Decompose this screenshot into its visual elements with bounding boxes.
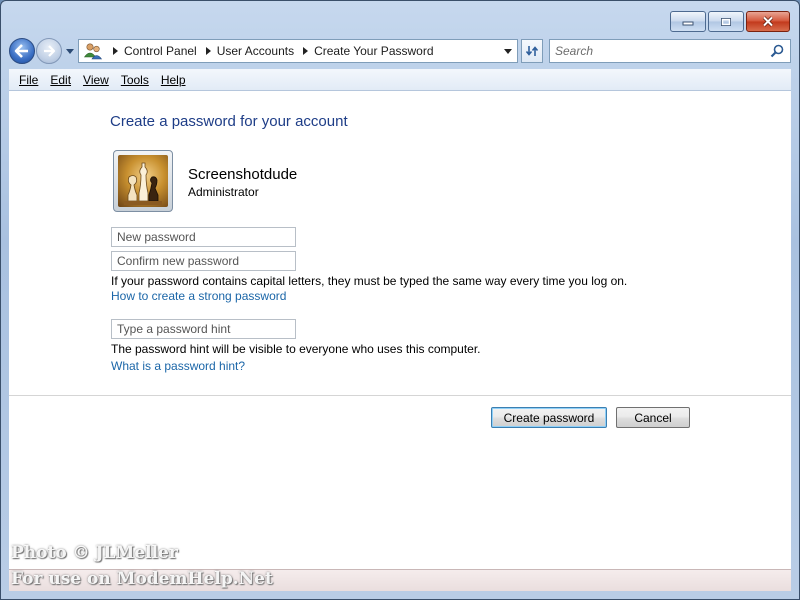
close-icon	[762, 16, 774, 27]
navigation-bar: Control Panel User Accounts Create Your …	[9, 37, 791, 65]
forward-arrow-icon	[44, 45, 56, 57]
menu-help[interactable]: Help	[155, 73, 192, 87]
divider	[9, 395, 791, 396]
maximize-button[interactable]	[708, 11, 744, 32]
refresh-icon	[525, 46, 539, 56]
search-input[interactable]	[555, 44, 755, 58]
recent-pages-dropdown[interactable]	[64, 48, 76, 54]
breadcrumb-separator-icon	[205, 47, 211, 55]
avatar	[113, 150, 173, 212]
minimize-icon	[682, 21, 694, 25]
password-hint-field[interactable]	[111, 319, 296, 339]
user-role: Administrator	[188, 185, 259, 199]
watermark-line-1: Photo © JLMeller	[11, 543, 178, 563]
chess-pieces-icon	[118, 155, 168, 207]
create-password-button[interactable]: Create password	[491, 407, 607, 428]
content-area: Create a password for your account Scree…	[9, 91, 791, 569]
address-dropdown-button[interactable]	[499, 40, 517, 62]
back-button[interactable]	[9, 38, 35, 64]
window-frame: Control Panel User Accounts Create Your …	[0, 0, 800, 600]
maximize-icon	[721, 17, 731, 26]
breadcrumb-separator-icon	[303, 47, 309, 55]
menu-bar: File Edit View Tools Help	[9, 69, 791, 91]
refresh-button[interactable]	[521, 39, 543, 63]
user-name: Screenshotdude	[188, 166, 298, 183]
menu-view[interactable]: View	[77, 73, 115, 87]
menu-tools[interactable]: Tools	[115, 73, 155, 87]
caption-buttons	[670, 11, 790, 32]
chevron-down-icon	[504, 48, 512, 54]
breadcrumb-separator-icon	[113, 47, 118, 55]
minimize-button[interactable]	[670, 11, 706, 32]
strong-password-link[interactable]: How to create a strong password	[111, 289, 286, 303]
user-accounts-icon	[82, 40, 104, 62]
search-box	[549, 39, 791, 63]
password-hint-link[interactable]: What is a password hint?	[111, 359, 245, 373]
new-password-field[interactable]	[111, 227, 296, 247]
chevron-down-icon	[66, 48, 74, 54]
confirm-password-field[interactable]	[111, 251, 296, 271]
watermark-line-2: For use on ModemHelp.Net	[11, 569, 273, 589]
cancel-button[interactable]: Cancel	[616, 407, 690, 428]
menu-file[interactable]: File	[13, 73, 44, 87]
breadcrumb-control-panel[interactable]: Control Panel	[124, 44, 197, 58]
close-button[interactable]	[746, 11, 790, 32]
breadcrumb-user-accounts[interactable]: User Accounts	[217, 44, 294, 58]
back-arrow-icon	[14, 44, 28, 58]
menu-edit[interactable]: Edit	[44, 73, 77, 87]
breadcrumb-create-your-password[interactable]: Create Your Password	[314, 44, 433, 58]
forward-button[interactable]	[36, 38, 62, 64]
search-icon[interactable]	[770, 44, 784, 63]
caps-notice: If your password contains capital letter…	[111, 274, 628, 288]
address-bar[interactable]: Control Panel User Accounts Create Your …	[78, 39, 518, 63]
page-title: Create a password for your account	[110, 113, 348, 130]
hint-visibility-notice: The password hint will be visible to eve…	[111, 342, 481, 356]
